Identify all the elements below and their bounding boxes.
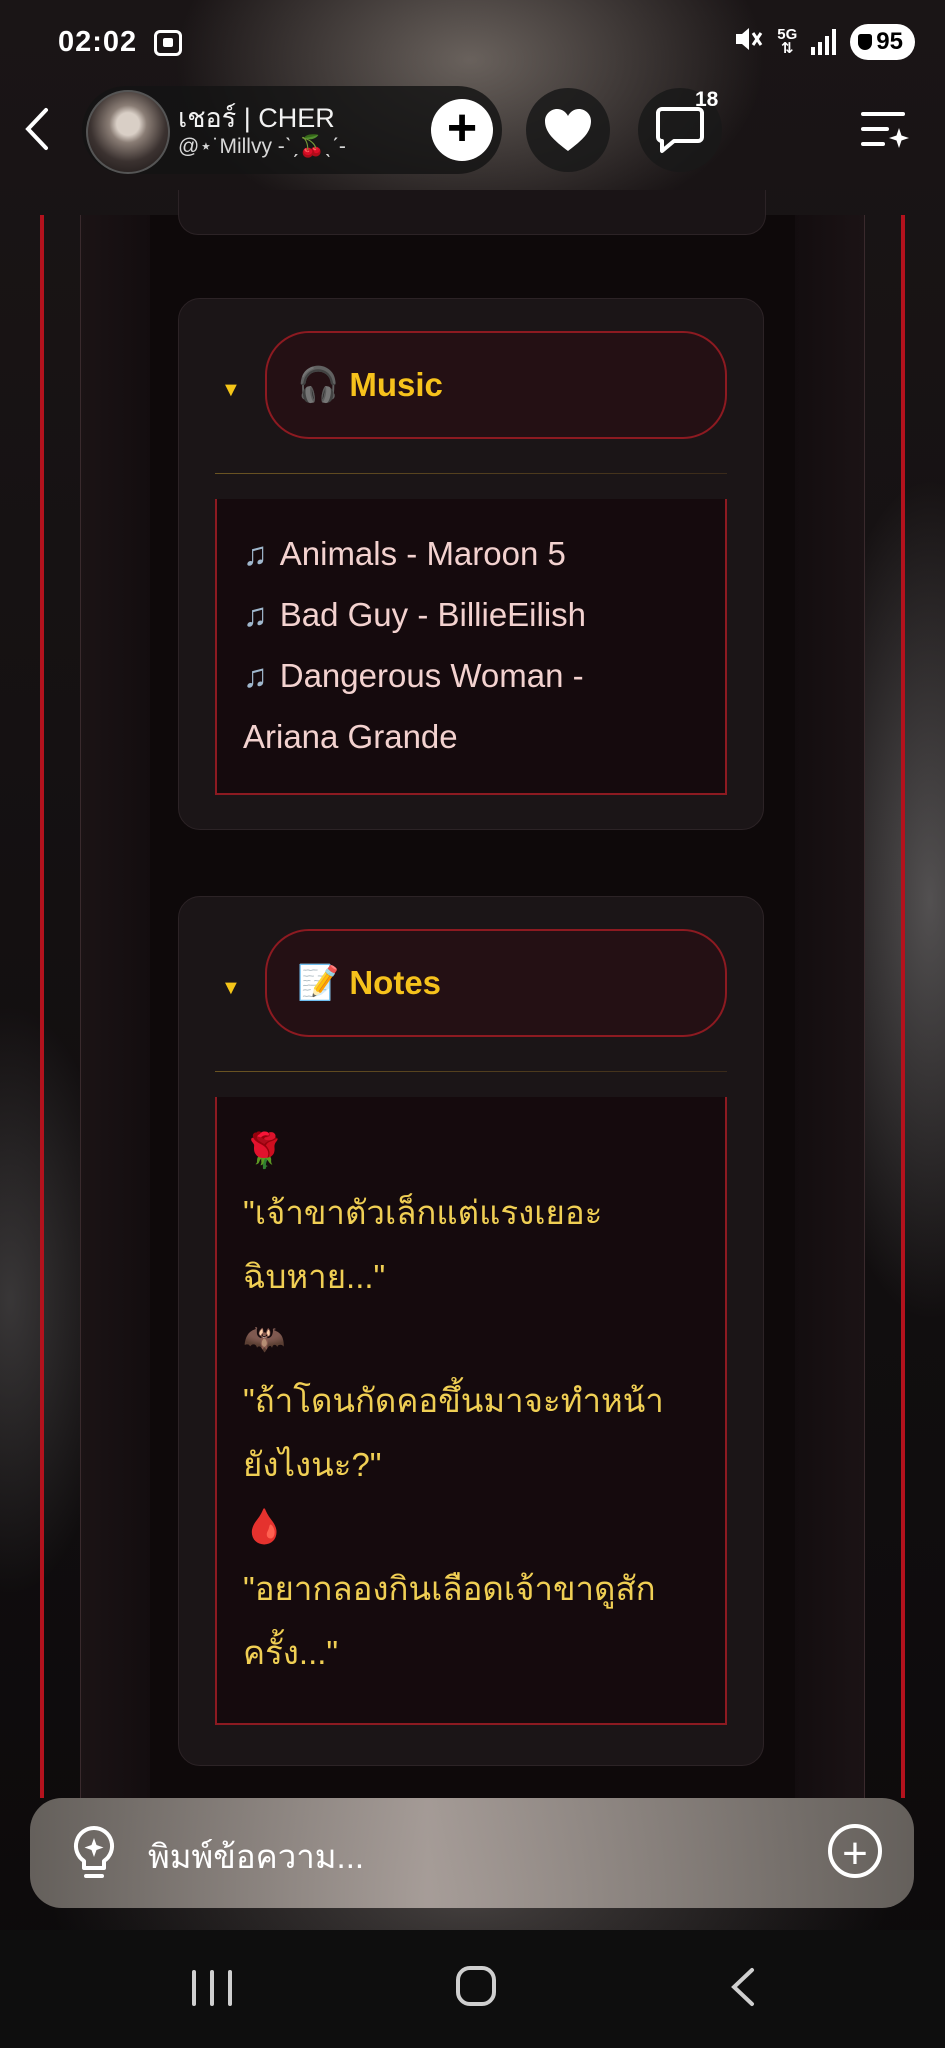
back-button[interactable]	[22, 106, 62, 152]
song-item: ♫ Dangerous Woman -	[243, 645, 699, 706]
status-bar: 02:02 5G ⇅ 95	[0, 0, 945, 80]
collapse-toggle-icon[interactable]: ▼	[221, 977, 241, 1000]
message-input-bar: พิมพ์ข้อความ... +	[30, 1798, 914, 1908]
network-label: 5G	[777, 26, 798, 43]
section-divider	[215, 473, 727, 474]
decor-panel-left	[80, 215, 153, 1798]
status-time: 02:02	[58, 26, 138, 58]
mute-icon	[733, 25, 763, 60]
notes-section-header[interactable]: 📝 Notes	[265, 929, 727, 1037]
signal-icon	[811, 29, 837, 55]
lightbulb-icon[interactable]	[66, 1824, 122, 1884]
notes-list: 🌹 "เจ้าขาตัวเล็กแต่แรงเยอะ ฉิบหาย..." 🦇 …	[215, 1097, 727, 1725]
message-input[interactable]: พิมพ์ข้อความ...	[148, 1830, 364, 1883]
song-item: ♫ Bad Guy - BillieEilish	[243, 584, 699, 645]
note-line: ครั้ง..."	[243, 1634, 339, 1671]
headphones-icon: 🎧	[297, 366, 340, 404]
song-title: Dangerous Woman -	[279, 657, 584, 694]
recent-apps-button[interactable]	[192, 1970, 236, 2006]
music-section: ▼ 🎧 Music ♫ Animals - Maroon 5 ♫ Bad Guy -…	[178, 298, 764, 830]
home-button[interactable]	[456, 1966, 496, 2006]
rose-emoji: 🌹	[243, 1132, 286, 1170]
music-section-header[interactable]: 🎧 Music	[265, 331, 727, 439]
blood-drop-emoji: 🩸	[243, 1508, 286, 1546]
plus-icon: +	[842, 1829, 868, 1878]
chat-bubble-icon	[656, 107, 704, 153]
like-button[interactable]	[526, 88, 610, 172]
section-divider	[215, 1071, 727, 1072]
music-note-icon: ♫	[243, 535, 268, 572]
battery-indicator: 95	[850, 24, 915, 60]
note-line: "เจ้าขาตัวเล็กแต่แรงเยอะ	[243, 1194, 603, 1231]
collapse-toggle-icon[interactable]: ▼	[221, 379, 241, 402]
decor-stripe-left	[40, 215, 44, 1798]
notes-section: ▼ 📝 Notes 🌹 "เจ้าขาตัวเล็กแต่แรงเยอะ ฉิบ…	[178, 896, 764, 1766]
music-note-icon: ♫	[243, 596, 268, 633]
nav-back-icon[interactable]	[726, 1966, 760, 2008]
decor-panel-right	[792, 215, 865, 1798]
shield-icon	[858, 34, 873, 50]
music-list: ♫ Animals - Maroon 5 ♫ Bad Guy - BillieEil…	[215, 499, 727, 795]
note-line: "อยากลองกินเลือดเจ้าขาดูสัก	[243, 1570, 656, 1607]
avatar[interactable]	[86, 90, 170, 174]
song-item: ♫ Animals - Maroon 5	[243, 523, 699, 584]
status-icons: 5G ⇅ 95	[733, 24, 915, 60]
memo-icon: 📝	[297, 964, 340, 1002]
menu-button[interactable]	[861, 106, 909, 152]
previous-section-card	[178, 190, 766, 235]
bat-emoji: 🦇	[243, 1320, 286, 1358]
screen-record-icon	[154, 30, 182, 56]
battery-level: 95	[876, 28, 903, 55]
comment-count: 18	[695, 88, 719, 111]
song-item-continued: Ariana Grande	[243, 718, 458, 755]
system-navigation-bar	[0, 1930, 945, 2048]
note-line: ยังไงนะ?"	[243, 1446, 382, 1483]
note-line: "ถ้าโดนกัดคอขึ้นมาจะทำหน้า	[243, 1382, 664, 1419]
add-button[interactable]: +	[424, 92, 500, 168]
character-name: เชอร์ | CHER	[178, 103, 335, 133]
song-title: Animals - Maroon 5	[279, 535, 566, 572]
attach-button[interactable]: +	[828, 1824, 882, 1878]
plus-icon: +	[431, 99, 493, 161]
decor-stripe-right	[901, 215, 905, 1798]
music-note-icon: ♫	[243, 657, 268, 694]
network-indicator: 5G ⇅	[777, 26, 798, 57]
music-section-title: Music	[349, 366, 443, 403]
heart-icon	[545, 109, 591, 151]
chat-header: เชอร์ | CHER @⋆˙Millvy -ˋˏ🍒ˎˊ- + 18	[0, 84, 945, 174]
song-title: Bad Guy - BillieEilish	[279, 596, 587, 633]
notes-section-title: Notes	[349, 964, 442, 1001]
back-icon	[25, 108, 48, 150]
note-line: ฉิบหาย..."	[243, 1258, 386, 1295]
